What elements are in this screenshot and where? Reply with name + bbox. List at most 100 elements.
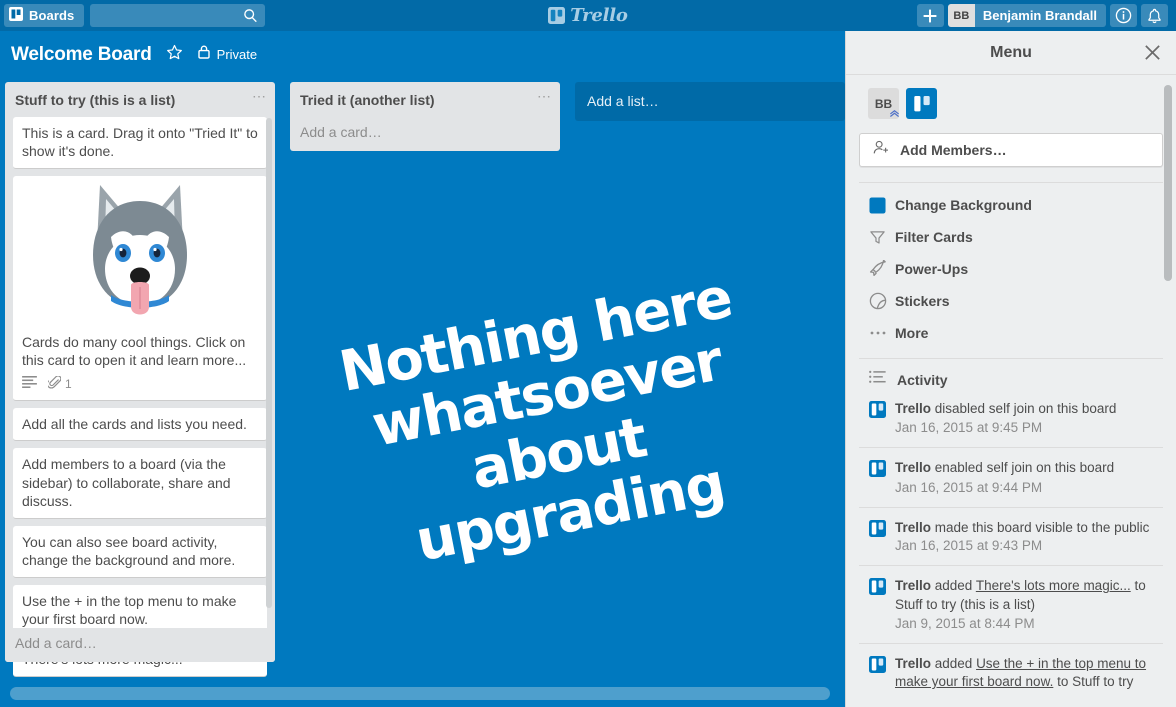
attachment-icon xyxy=(46,375,62,394)
menu-item-stickers[interactable]: Stickers xyxy=(859,285,1163,317)
search-box[interactable] xyxy=(90,4,266,28)
board-title[interactable]: Welcome Board xyxy=(11,44,152,66)
trello-avatar-icon xyxy=(913,95,930,111)
menu-vertical-scrollbar[interactable] xyxy=(1164,85,1172,281)
attachment-badge: 1 xyxy=(46,375,72,394)
menu-item-change-background[interactable]: Change Background xyxy=(859,189,1163,221)
activity-action-tail: to Stuff to try xyxy=(1053,674,1134,690)
add-members-label: Add Members… xyxy=(900,142,1007,158)
activity-action: disabled self join on this board xyxy=(931,401,1117,416)
board-visibility-label: Private xyxy=(216,47,258,62)
close-icon[interactable] xyxy=(1143,43,1162,67)
activity-text: Trello added Use the + in the top menu t… xyxy=(895,655,1163,691)
avatar[interactable]: BB xyxy=(868,88,899,119)
menu-item-label: Filter Cards xyxy=(895,229,973,245)
search-icon[interactable] xyxy=(243,8,258,28)
menu-item-label: Power-Ups xyxy=(895,261,969,277)
activity-timestamp: Jan 16, 2015 at 9:44 PM xyxy=(895,479,1043,495)
activity-text: Trello enabled self join on this board Ja… xyxy=(895,459,1114,496)
board-canvas: Nothing here whatsoever about upgrading … xyxy=(0,78,845,707)
menu-item-label: Change Background xyxy=(895,197,1032,213)
add-list-button[interactable]: Add a list… xyxy=(575,82,845,121)
avatar[interactable] xyxy=(906,88,937,119)
info-icon xyxy=(1115,7,1132,24)
card[interactable]: You can also see board activity, change … xyxy=(13,525,267,578)
card[interactable]: Add members to a board (via the sidebar)… xyxy=(13,448,267,519)
card[interactable]: Cards do many cool things. Click on this… xyxy=(13,175,267,401)
card-cover-image xyxy=(13,176,267,326)
board-visibility-button[interactable]: Private xyxy=(197,44,257,65)
divider xyxy=(859,358,1163,359)
add-card-button[interactable]: Add a card… xyxy=(5,628,275,662)
top-bar-right-actions: BB Benjamin Brandall xyxy=(916,4,1172,27)
card[interactable]: This is a card. Drag it onto "Tried It" … xyxy=(13,117,267,169)
board-header: Welcome Board Private xyxy=(0,31,845,78)
boards-button[interactable]: Boards xyxy=(4,4,85,27)
search-input[interactable] xyxy=(90,4,266,27)
list-title[interactable]: Stuff to try (this is a list) xyxy=(15,92,175,108)
ellipsis-icon xyxy=(869,330,895,336)
notifications-button[interactable] xyxy=(1141,4,1168,27)
menu-item-more[interactable]: More xyxy=(859,317,1163,349)
board-members: BB xyxy=(859,75,1163,119)
activity-list-icon xyxy=(869,370,886,389)
board-horizontal-scrollbar[interactable] xyxy=(10,687,830,700)
add-members-button[interactable]: Add Members… xyxy=(859,133,1163,167)
rocket-icon xyxy=(869,260,895,278)
sticker-icon xyxy=(869,292,895,310)
info-button[interactable] xyxy=(1110,4,1137,27)
bell-icon xyxy=(1148,8,1161,23)
plus-icon xyxy=(923,9,937,22)
list-header: Stuff to try (this is a list) ⋯ xyxy=(5,82,275,117)
menu-title: Menu xyxy=(990,43,1032,61)
menu-item-power-ups[interactable]: Power-Ups xyxy=(859,253,1163,285)
list-stuff-to-try: Stuff to try (this is a list) ⋯ This is … xyxy=(5,82,275,677)
attachment-count: 1 xyxy=(65,376,72,391)
activity-item: Trello made this board visible to the pu… xyxy=(859,508,1163,567)
activity-timestamp: Jan 16, 2015 at 9:45 PM xyxy=(895,420,1043,436)
star-board-button[interactable] xyxy=(166,44,183,66)
user-menu-button[interactable]: BB Benjamin Brandall xyxy=(947,4,1106,27)
menu-header: Menu xyxy=(846,31,1176,75)
trello-logo-text: Trello xyxy=(570,5,628,26)
list-menu-icon[interactable]: ⋯ xyxy=(537,89,552,103)
activity-actor: Trello xyxy=(895,655,932,671)
trello-avatar-icon xyxy=(869,401,886,437)
add-card-button[interactable]: Add a card… xyxy=(290,117,560,151)
husky-dog-image xyxy=(93,184,187,315)
description-icon xyxy=(22,376,37,393)
description-badge xyxy=(22,376,37,393)
add-person-icon xyxy=(873,140,890,160)
list-menu-icon[interactable]: ⋯ xyxy=(252,89,267,103)
activity-action: enabled self join on this board xyxy=(931,460,1115,476)
activity-action: added xyxy=(931,655,977,671)
activity-item: Trello enabled self join on this board Ja… xyxy=(859,448,1163,508)
activity-action: made this board visible to the public xyxy=(931,519,1150,535)
menu-body: BB Add Members… Change Background Filter… xyxy=(846,75,1176,701)
activity-action: added xyxy=(931,578,976,594)
list-tried-it: Tried it (another list) ⋯ Add a card… xyxy=(290,82,560,151)
menu-items: Change Background Filter Cards Power-Ups xyxy=(859,183,1163,349)
activity-item: Trello disabled self join on this board J… xyxy=(859,389,1163,449)
add-button[interactable] xyxy=(916,4,944,27)
menu-item-label: More xyxy=(895,325,929,341)
menu-item-filter-cards[interactable]: Filter Cards xyxy=(859,221,1163,253)
card-list: This is a card. Drag it onto "Tried It" … xyxy=(5,117,275,684)
activity-feed: Trello disabled self join on this board J… xyxy=(859,389,1163,701)
card[interactable]: Add all the cards and lists you need. xyxy=(13,407,267,442)
list-vertical-scrollbar[interactable] xyxy=(266,118,272,608)
activity-card-link[interactable]: There's lots more magic... xyxy=(976,578,1131,593)
trello-avatar-icon xyxy=(869,578,886,633)
activity-timestamp: Jan 16, 2015 at 9:43 PM xyxy=(895,538,1043,554)
list-title[interactable]: Tried it (another list) xyxy=(300,92,435,108)
activity-item: Trello added There's lots more magic... … xyxy=(859,566,1163,644)
menu-item-label: Stickers xyxy=(895,293,950,309)
activity-text: Trello made this board visible to the pu… xyxy=(895,519,1163,555)
funnel-icon xyxy=(869,229,895,246)
board-icon xyxy=(9,7,23,24)
trello-avatar-icon xyxy=(869,655,886,691)
activity-timestamp: Jan 9, 2015 at 8:44 PM xyxy=(895,615,1035,631)
top-navigation-bar: Boards Trello BB Benjamin Brandall xyxy=(0,0,1176,31)
lock-icon xyxy=(197,44,211,65)
activity-text: Trello added There's lots more magic... … xyxy=(895,577,1163,633)
